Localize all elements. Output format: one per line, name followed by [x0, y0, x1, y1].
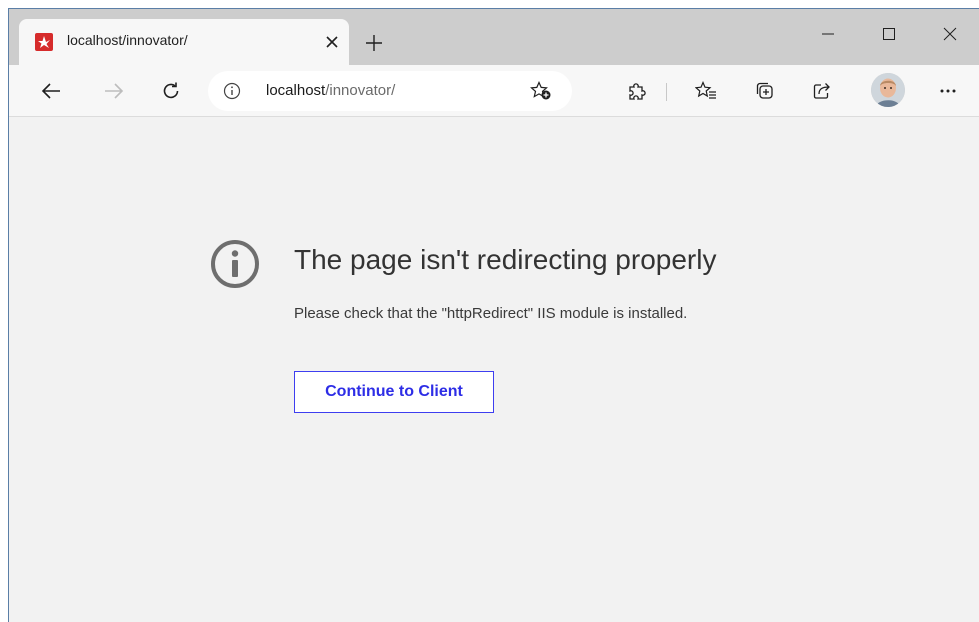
- maximize-icon[interactable]: [866, 19, 912, 49]
- profile-avatar[interactable]: [871, 73, 905, 107]
- refresh-icon[interactable]: [155, 75, 187, 107]
- address-text[interactable]: localhost/innovator/: [266, 82, 395, 99]
- browser-tab[interactable]: localhost/innovator/: [19, 19, 349, 65]
- info-icon: [210, 239, 260, 289]
- toolbar-separator: [666, 83, 667, 101]
- continue-to-client-button[interactable]: Continue to Client: [294, 371, 494, 413]
- more-options-icon[interactable]: [932, 75, 964, 107]
- browser-toolbar: localhost/innovator/: [9, 65, 979, 117]
- error-title: The page isn't redirecting properly: [294, 244, 717, 275]
- site-info-icon[interactable]: [220, 79, 244, 103]
- favorites-icon[interactable]: [690, 75, 722, 107]
- address-path: /innovator/: [325, 82, 396, 99]
- back-arrow-icon[interactable]: [35, 75, 67, 107]
- favicon-icon: [35, 33, 53, 51]
- share-icon[interactable]: [806, 75, 838, 107]
- browser-window: localhost/innovator/ localhost/innovator…: [8, 8, 979, 622]
- page-content: The page isn't redirecting properly Plea…: [9, 117, 979, 622]
- error-description: Please check that the "httpRedirect" IIS…: [294, 305, 688, 322]
- add-favorite-icon[interactable]: [528, 79, 554, 103]
- tab-title: localhost/innovator/: [67, 32, 188, 48]
- new-tab-icon[interactable]: [360, 29, 388, 57]
- address-bar[interactable]: localhost/innovator/: [208, 71, 572, 111]
- address-host: localhost: [266, 82, 326, 99]
- tab-strip: localhost/innovator/: [9, 9, 979, 65]
- forward-arrow-icon[interactable]: [98, 75, 130, 107]
- close-tab-icon[interactable]: [320, 30, 344, 54]
- window-close-icon[interactable]: [927, 19, 973, 49]
- collections-icon[interactable]: [749, 75, 781, 107]
- extensions-icon[interactable]: [621, 75, 653, 107]
- minimize-icon[interactable]: [805, 19, 851, 49]
